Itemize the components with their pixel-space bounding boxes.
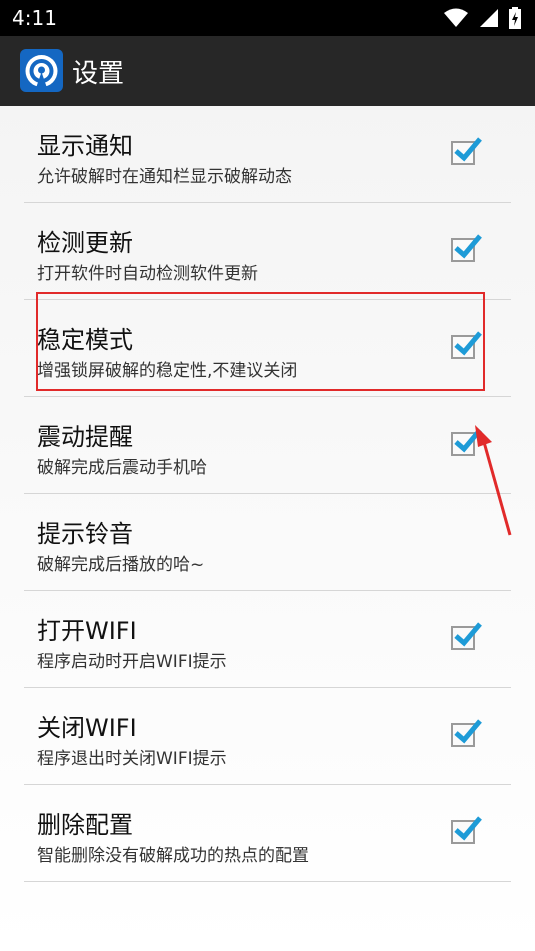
setting-close-wifi[interactable]: 关闭WIFI 程序退出时关闭WIFI提示 (24, 688, 511, 785)
setting-summary: 程序退出时关闭WIFI提示 (37, 749, 227, 769)
check-icon (454, 234, 482, 259)
status-bar: 4:11 (0, 0, 535, 36)
setting-title: 删除配置 (37, 811, 133, 839)
check-icon (454, 719, 482, 744)
setting-check-update[interactable]: 检测更新 打开软件时自动检测软件更新 (24, 203, 511, 300)
setting-title: 提示铃音 (37, 520, 133, 548)
setting-title: 关闭WIFI (37, 714, 137, 742)
setting-open-wifi[interactable]: 打开WIFI 程序启动时开启WIFI提示 (24, 591, 511, 688)
check-icon (454, 816, 482, 841)
check-icon (454, 137, 482, 162)
app-logo-icon[interactable] (20, 49, 63, 92)
setting-summary: 打开软件时自动检测软件更新 (37, 264, 258, 284)
setting-title: 显示通知 (37, 132, 133, 160)
wifi-icon (444, 8, 468, 27)
setting-summary: 破解完成后播放的哈~ (37, 555, 205, 575)
status-icons (443, 6, 521, 30)
page-title: 设置 (72, 59, 125, 89)
setting-summary: 破解完成后震动手机哈 (37, 458, 207, 478)
setting-show-notification[interactable]: 显示通知 允许破解时在通知栏显示破解动态 (24, 106, 511, 203)
app-bar: 设置 (0, 36, 535, 106)
checkbox-checked[interactable] (451, 719, 482, 747)
signal-icon (480, 9, 498, 27)
setting-summary: 程序启动时开启WIFI提示 (37, 652, 227, 672)
checkbox-checked[interactable] (451, 234, 482, 262)
setting-vibrate-alert[interactable]: 震动提醒 破解完成后震动手机哈 (24, 397, 511, 494)
settings-list: 显示通知 允许破解时在通知栏显示破解动态 检测更新 打开软件时自动检测软件更新 … (0, 106, 535, 882)
annotation-arrow-icon (475, 425, 512, 536)
highlight-box (36, 292, 485, 391)
checkbox-checked[interactable] (451, 622, 482, 650)
setting-title: 打开WIFI (37, 617, 137, 645)
checkbox-checked[interactable] (451, 816, 482, 844)
setting-summary: 允许破解时在通知栏显示破解动态 (37, 167, 292, 187)
status-time: 4:11 (12, 6, 57, 30)
setting-title: 震动提醒 (37, 423, 133, 451)
checkbox-checked[interactable] (451, 137, 482, 165)
setting-summary: 智能删除没有破解成功的热点的配置 (37, 846, 309, 866)
setting-ringtone[interactable]: 提示铃音 破解完成后播放的哈~ (24, 494, 511, 591)
setting-title: 检测更新 (37, 229, 133, 257)
battery-charging-icon (509, 7, 521, 29)
check-icon (454, 622, 482, 647)
setting-delete-config[interactable]: 删除配置 智能删除没有破解成功的热点的配置 (24, 785, 511, 882)
